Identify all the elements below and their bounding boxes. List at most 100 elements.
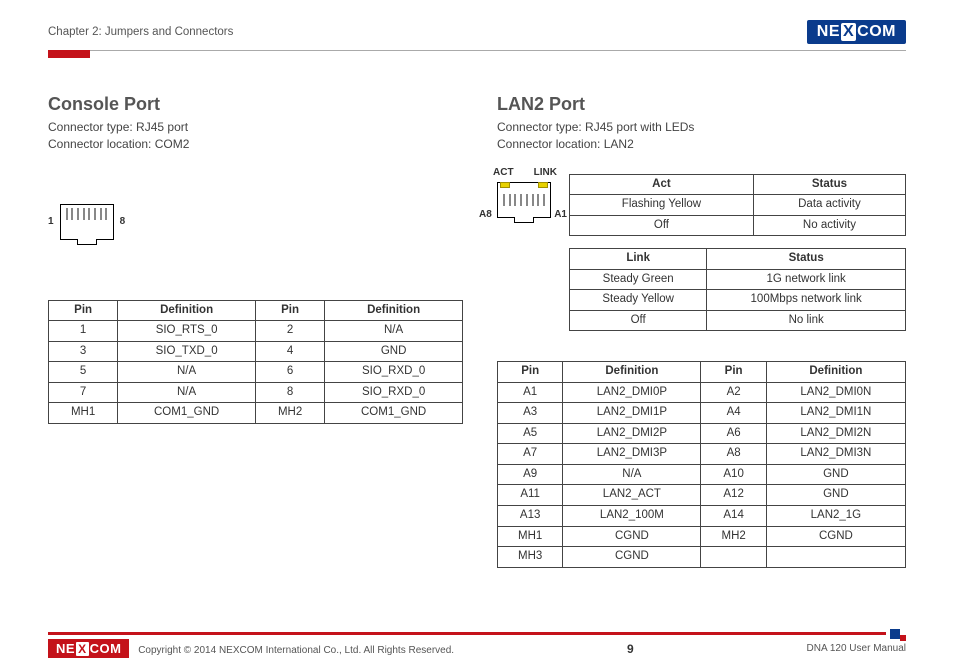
table-cell: LAN2_DMI0N: [766, 382, 905, 403]
table-row: A11LAN2_ACTA12GND: [498, 485, 906, 506]
table-cell: Flashing Yellow: [570, 195, 754, 216]
console-title: Console Port: [48, 94, 463, 115]
table-row: A13LAN2_100MA14LAN2_1G: [498, 506, 906, 527]
table-cell: N/A: [325, 321, 463, 342]
table-cell: Data activity: [753, 195, 905, 216]
col-status: Status: [707, 249, 906, 270]
table-cell: SIO_TXD_0: [118, 341, 256, 362]
table-cell: A3: [498, 403, 563, 424]
lan2-port-section: LAN2 Port Connector type: RJ45 port with…: [497, 94, 906, 568]
col-pin: Pin: [49, 300, 118, 321]
table-row: OffNo link: [570, 310, 906, 331]
pin-8-label: 8: [120, 216, 126, 227]
col-link: Link: [570, 249, 707, 270]
footer-left: NEXCOM Copyright © 2014 NEXCOM Internati…: [48, 639, 454, 658]
page-header: Chapter 2: Jumpers and Connectors NEXCOM: [48, 18, 906, 46]
table-cell: 3: [49, 341, 118, 362]
act-led-icon: [500, 182, 510, 188]
table-cell: Off: [570, 215, 754, 236]
chapter-title: Chapter 2: Jumpers and Connectors: [48, 26, 233, 38]
table-cell: 5: [49, 362, 118, 383]
table-cell: [766, 547, 905, 568]
table-cell: A1: [498, 382, 563, 403]
table-cell: MH2: [701, 526, 766, 547]
doc-name: DNA 120 User Manual: [807, 643, 907, 654]
brand-logo: NEXCOM: [807, 20, 906, 44]
table-cell: GND: [766, 464, 905, 485]
table-cell: CGND: [563, 526, 701, 547]
table-cell: LAN2_100M: [563, 506, 701, 527]
lan2-rj45-diagram: ACT LINK A8 A1: [497, 182, 551, 218]
table-cell: No activity: [753, 215, 905, 236]
col-def: Definition: [325, 300, 463, 321]
table-row: A3LAN2_DMI1PA4LAN2_DMI1N: [498, 403, 906, 424]
table-cell: 4: [255, 341, 324, 362]
table-cell: COM1_GND: [325, 403, 463, 424]
copyright-text: Copyright © 2014 NEXCOM International Co…: [138, 645, 454, 656]
lan2-type: Connector type: RJ45 port with LEDs: [497, 119, 906, 136]
table-cell: A6: [701, 423, 766, 444]
table-cell: MH2: [255, 403, 324, 424]
table-row: A7LAN2_DMI3PA8LAN2_DMI3N: [498, 444, 906, 465]
table-cell: LAN2_DMI1P: [563, 403, 701, 424]
table-cell: A2: [701, 382, 766, 403]
table-cell: A8: [701, 444, 766, 465]
table-cell: 7: [49, 382, 118, 403]
brand-logo-footer: NEXCOM: [48, 639, 129, 658]
table-cell: 6: [255, 362, 324, 383]
table-cell: GND: [325, 341, 463, 362]
a8-label: A8: [479, 209, 492, 220]
col-pin: Pin: [498, 362, 563, 383]
table-cell: N/A: [118, 382, 256, 403]
table-cell: 1: [49, 321, 118, 342]
col-pin: Pin: [255, 300, 324, 321]
lan2-location: Connector location: LAN2: [497, 136, 906, 153]
col-pin: Pin: [701, 362, 766, 383]
table-cell: A10: [701, 464, 766, 485]
lan2-pin-table: Pin Definition Pin Definition A1LAN2_DMI…: [497, 361, 906, 567]
table-cell: GND: [766, 485, 905, 506]
table-cell: LAN2_ACT: [563, 485, 701, 506]
col-act: Act: [570, 174, 754, 195]
table-cell: Steady Yellow: [570, 290, 707, 311]
table-cell: N/A: [118, 362, 256, 383]
table-cell: No link: [707, 310, 906, 331]
table-cell: MH1: [498, 526, 563, 547]
rj45-led-icon: [497, 182, 551, 218]
table-cell: 1G network link: [707, 269, 906, 290]
a1-label: A1: [554, 209, 567, 220]
page-footer: NEXCOM Copyright © 2014 NEXCOM Internati…: [48, 632, 906, 658]
table-cell: LAN2_DMI1N: [766, 403, 905, 424]
table-cell: MH3: [498, 547, 563, 568]
table-cell: [701, 547, 766, 568]
table-cell: LAN2_DMI3N: [766, 444, 905, 465]
link-status-table: Link Status Steady Green1G network linkS…: [569, 248, 906, 331]
table-cell: N/A: [563, 464, 701, 485]
table-cell: SIO_RXD_0: [325, 362, 463, 383]
table-row: 7N/A8SIO_RXD_0: [49, 382, 463, 403]
header-divider: [48, 50, 906, 58]
table-row: Steady Yellow100Mbps network link: [570, 290, 906, 311]
link-label: LINK: [534, 167, 557, 178]
col-status: Status: [753, 174, 905, 195]
table-row: MH1CGNDMH2CGND: [498, 526, 906, 547]
table-row: MH1COM1_GNDMH2COM1_GND: [49, 403, 463, 424]
table-row: A9N/AA10GND: [498, 464, 906, 485]
rj45-icon: [60, 204, 114, 240]
lan2-title: LAN2 Port: [497, 94, 906, 115]
pin-1-label: 1: [48, 216, 54, 227]
table-cell: A4: [701, 403, 766, 424]
table-cell: 8: [255, 382, 324, 403]
table-row: MH3CGND: [498, 547, 906, 568]
col-def: Definition: [766, 362, 905, 383]
table-row: 1SIO_RTS_02N/A: [49, 321, 463, 342]
table-row: Flashing YellowData activity: [570, 195, 906, 216]
table-cell: LAN2_1G: [766, 506, 905, 527]
table-cell: Steady Green: [570, 269, 707, 290]
table-cell: A13: [498, 506, 563, 527]
table-cell: A5: [498, 423, 563, 444]
table-cell: A11: [498, 485, 563, 506]
table-cell: A7: [498, 444, 563, 465]
table-cell: LAN2_DMI3P: [563, 444, 701, 465]
console-pin-table: Pin Definition Pin Definition 1SIO_RTS_0…: [48, 300, 463, 424]
